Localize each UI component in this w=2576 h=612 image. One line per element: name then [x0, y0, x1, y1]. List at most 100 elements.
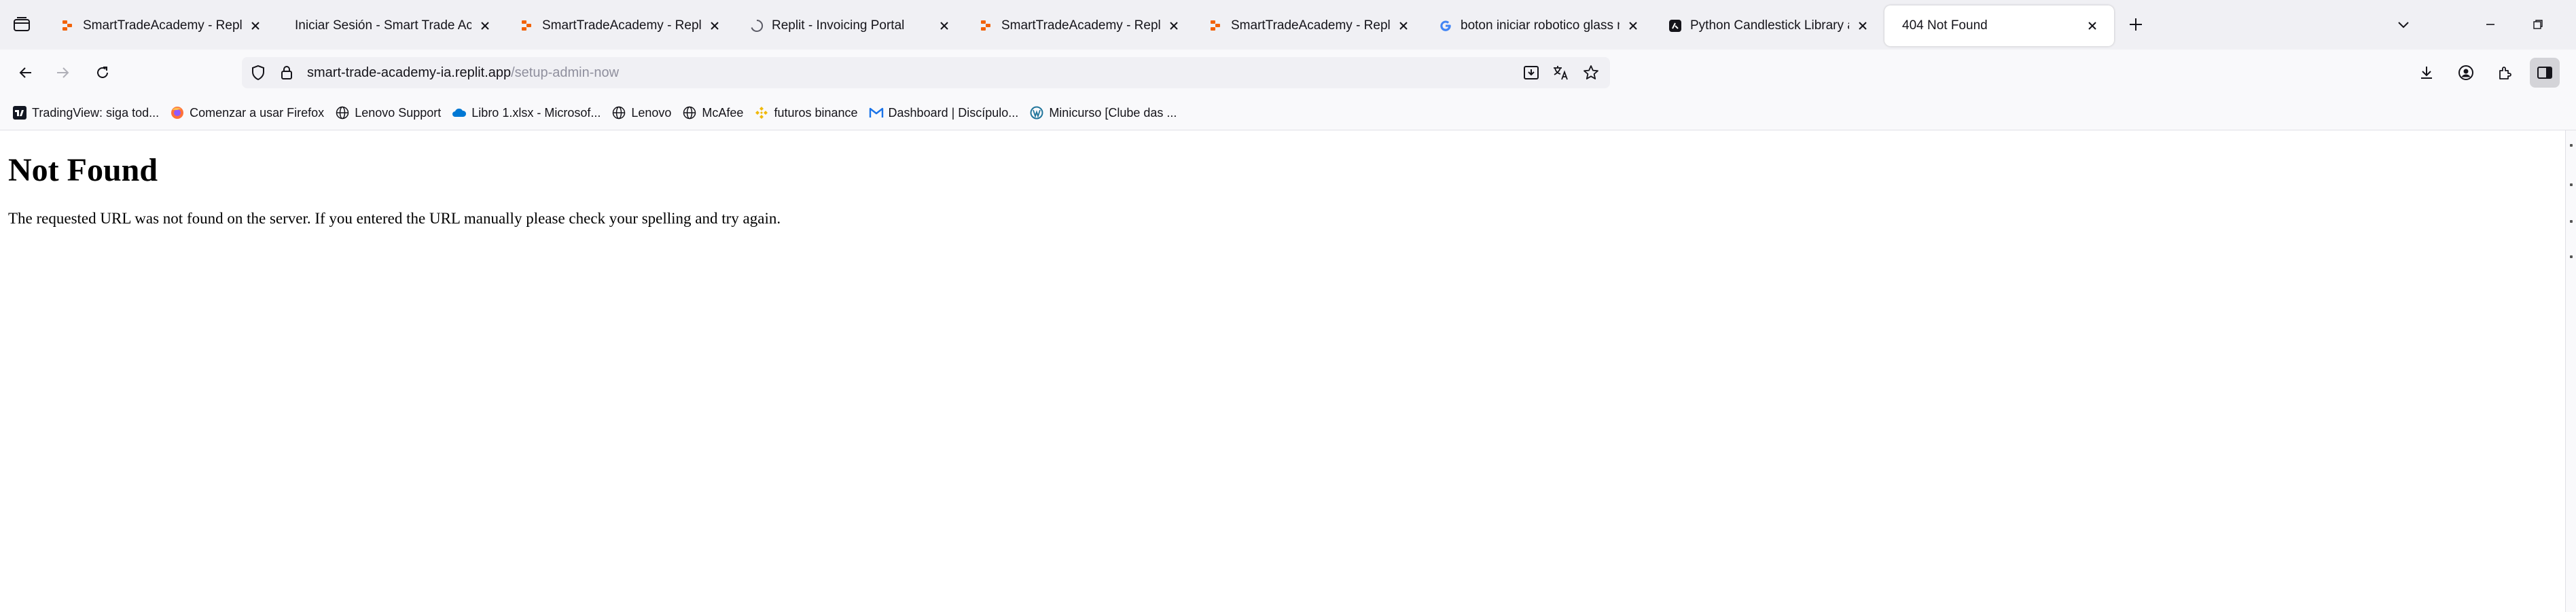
- tab[interactable]: boton iniciar robotico glass mo: [1425, 5, 1655, 46]
- install-app-button[interactable]: [1520, 62, 1542, 83]
- bookmark-item[interactable]: Dashboard | Discípulo...: [866, 101, 1024, 125]
- tab-close-icon[interactable]: [1394, 16, 1413, 35]
- tab-title: 404 Not Found: [1902, 18, 1988, 33]
- bookmark-label: Lenovo: [631, 105, 672, 120]
- loading-spinner-icon: [750, 19, 764, 33]
- bookmark-item[interactable]: McAfee: [679, 101, 749, 125]
- tab[interactable]: Python Candlestick Library and: [1655, 5, 1884, 46]
- puzzle-icon: [2499, 67, 2511, 79]
- address-bar[interactable]: smart-trade-academy-ia.replit.app/setup-…: [242, 57, 1610, 88]
- tab[interactable]: SmartTradeAcademy - Replit: [966, 5, 1196, 46]
- tab[interactable]: SmartTradeAcademy - Replit: [1196, 5, 1425, 46]
- tab-title: SmartTradeAcademy - Replit: [83, 18, 242, 33]
- navigation-toolbar: smart-trade-academy-ia.replit.app/setup-…: [0, 50, 2576, 95]
- app-icon: [1668, 19, 1682, 33]
- reload-icon: [97, 67, 108, 78]
- tab[interactable]: Iniciar Sesión - Smart Trade Academy: [277, 5, 507, 46]
- replit-icon: [520, 19, 534, 33]
- bookmark-item[interactable]: Lenovo: [609, 101, 677, 125]
- star-icon: [1584, 65, 1598, 79]
- extensions-button[interactable]: [2490, 58, 2520, 88]
- bookmark-label: Comenzar a usar Firefox: [190, 105, 325, 120]
- bookmark-item[interactable]: TradingView: siga tod...: [10, 101, 164, 125]
- bookmark-item[interactable]: Lenovo Support: [332, 101, 446, 125]
- bookmark-item[interactable]: Minicurso [Clube das ...: [1026, 101, 1182, 125]
- download-icon: [2421, 67, 2432, 79]
- bookmark-item[interactable]: Libro 1.xlsx - Microsof...: [449, 101, 606, 125]
- shield-icon[interactable]: [250, 65, 266, 81]
- bookmarks-list: TradingView: siga tod... Comenzar a usar…: [10, 95, 1185, 130]
- tab-close-icon[interactable]: [1164, 16, 1183, 35]
- gmail-icon: [869, 105, 884, 120]
- tab[interactable]: Replit - Invoicing Portal: [736, 5, 966, 46]
- restore-button[interactable]: [2518, 10, 2558, 39]
- url-path: /setup-admin-now: [511, 65, 620, 80]
- firefox-icon: [170, 105, 185, 120]
- arrow-left-icon: [19, 67, 31, 78]
- minimize-icon: [2486, 24, 2494, 25]
- sidebar-icon: [2537, 67, 2552, 79]
- tab-strip: SmartTradeAcademy - Replit Iniciar Sesió…: [0, 0, 2576, 50]
- tab-title: Replit - Invoicing Portal: [772, 18, 905, 33]
- tab[interactable]: SmartTradeAcademy - Replit: [507, 5, 736, 46]
- translate-button[interactable]: [1550, 62, 1572, 83]
- url-domain: smart-trade-academy-ia.replit.app: [307, 65, 512, 80]
- firefox-view-button[interactable]: [7, 12, 37, 37]
- tab-list: SmartTradeAcademy - Replit Iniciar Sesió…: [48, 5, 2114, 46]
- account-icon: [2458, 65, 2473, 80]
- new-tab-button[interactable]: [2121, 12, 2151, 37]
- sidebar-edge: [2565, 130, 2576, 612]
- bookmarks-toolbar: TradingView: siga tod... Comenzar a usar…: [0, 95, 2576, 130]
- tab[interactable]: SmartTradeAcademy - Replit: [48, 5, 277, 46]
- tab-close-icon[interactable]: [246, 16, 265, 35]
- back-button[interactable]: [11, 58, 41, 88]
- tab-close-icon[interactable]: [1624, 16, 1643, 35]
- bookmark-star-button[interactable]: [1580, 62, 1602, 83]
- firefox-view-icon: [14, 17, 30, 31]
- binance-icon: [754, 105, 769, 120]
- wordpress-icon: [1029, 105, 1044, 120]
- minimize-button[interactable]: [2470, 10, 2511, 39]
- plus-icon: [2130, 18, 2142, 31]
- tab-close-icon[interactable]: [2083, 16, 2102, 35]
- globe-icon: [335, 105, 350, 120]
- page-content: Not Found The requested URL was not foun…: [0, 130, 2565, 612]
- tab-title: Python Candlestick Library and: [1690, 18, 1849, 33]
- tab-title: Iniciar Sesión - Smart Trade Academy: [295, 18, 471, 33]
- tab-title: SmartTradeAcademy - Replit: [542, 18, 701, 33]
- onedrive-icon: [452, 105, 467, 120]
- arrow-right-icon: [57, 67, 69, 78]
- list-all-tabs-button[interactable]: [2389, 12, 2418, 37]
- tab-close-icon[interactable]: [935, 16, 954, 35]
- forward-button[interactable]: [48, 58, 77, 88]
- tab-close-icon[interactable]: [476, 16, 495, 35]
- bookmark-label: Dashboard | Discípulo...: [888, 105, 1019, 120]
- restore-icon: [2533, 20, 2543, 29]
- tab-close-icon[interactable]: [1853, 16, 1872, 35]
- lock-icon[interactable]: [279, 65, 295, 81]
- url-text[interactable]: smart-trade-academy-ia.replit.app/setup-…: [307, 57, 619, 88]
- tradingview-icon: [12, 105, 27, 120]
- tab-title: SmartTradeAcademy - Replit: [1231, 18, 1390, 33]
- chevron-down-icon: [2398, 22, 2409, 29]
- bookmark-item[interactable]: futuros binance: [751, 101, 863, 125]
- globe-icon: [682, 105, 697, 120]
- tab-title: boton iniciar robotico glass mo: [1461, 18, 1620, 33]
- reload-button[interactable]: [88, 58, 118, 88]
- bookmark-label: Minicurso [Clube das ...: [1049, 105, 1177, 120]
- tab-title: SmartTradeAcademy - Replit: [1001, 18, 1160, 33]
- bookmark-item[interactable]: Comenzar a usar Firefox: [167, 101, 329, 125]
- bookmark-label: McAfee: [702, 105, 744, 120]
- install-icon: [1524, 66, 1539, 79]
- sidebar-button[interactable]: [2530, 58, 2560, 88]
- page-title: Not Found: [8, 152, 158, 188]
- bookmark-label: Libro 1.xlsx - Microsof...: [471, 105, 601, 120]
- tab-close-icon[interactable]: [705, 16, 724, 35]
- bookmark-label: TradingView: siga tod...: [32, 105, 160, 120]
- replit-icon: [980, 19, 993, 33]
- downloads-button[interactable]: [2412, 58, 2441, 88]
- account-button[interactable]: [2451, 58, 2481, 88]
- tab-active[interactable]: 404 Not Found: [1884, 5, 2114, 46]
- replit-icon: [1209, 19, 1223, 33]
- replit-icon: [61, 19, 75, 33]
